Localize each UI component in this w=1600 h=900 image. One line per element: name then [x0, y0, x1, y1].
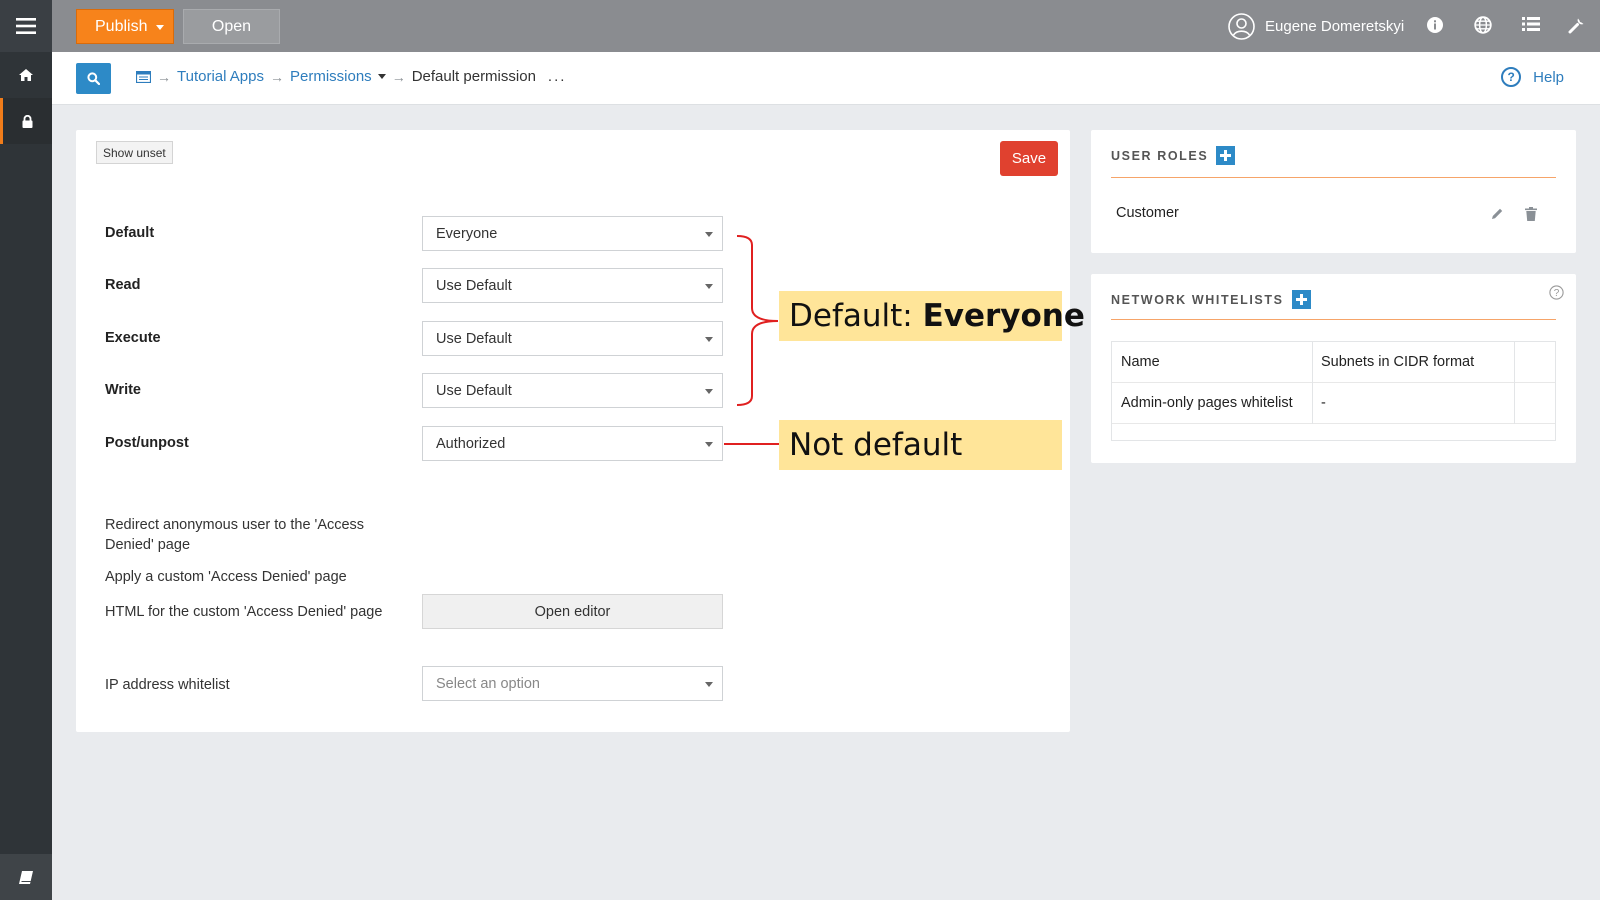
globe-icon — [1474, 16, 1492, 34]
field-label-execute: Execute — [105, 330, 161, 346]
whitelist-subnets-cell: - — [1321, 395, 1326, 411]
write-select[interactable]: Use Default — [422, 373, 723, 408]
show-unset-button[interactable]: Show unset — [96, 141, 173, 164]
wrench-icon — [1568, 18, 1584, 34]
divider — [1111, 319, 1556, 320]
user-avatar-icon — [1228, 12, 1255, 40]
default-select[interactable]: Everyone — [422, 216, 723, 251]
rail-permissions-button[interactable] — [0, 98, 52, 144]
field-label-write: Write — [105, 382, 141, 398]
whitelist-name-cell: Admin-only pages whitelist — [1121, 395, 1293, 411]
user-roles-header: USER ROLES — [1111, 146, 1236, 165]
svg-text:?: ? — [1554, 288, 1560, 299]
read-select[interactable]: Use Default — [422, 268, 723, 303]
arrow-right-icon: → — [391, 68, 406, 85]
annotation-not-default: Not default — [779, 420, 1062, 470]
arrow-right-icon: → — [270, 68, 284, 85]
post-unpost-select[interactable]: Authorized — [422, 426, 723, 461]
execute-select-value: Use Default — [436, 330, 512, 347]
open-editor-button[interactable]: Open editor — [422, 594, 723, 629]
column-header-name[interactable]: Name — [1121, 354, 1160, 370]
ip-whitelist-label: IP address whitelist — [105, 677, 230, 693]
redirect-anonymous-label: Redirect anonymous user to the 'Access D… — [105, 517, 365, 553]
network-whitelists-title: NETWORK WHITELISTS — [1111, 292, 1284, 307]
chevron-down-icon[interactable] — [377, 74, 386, 79]
network-whitelists-header: NETWORK WHITELISTS — [1111, 290, 1311, 309]
chevron-down-icon — [705, 682, 713, 687]
ip-whitelist-select[interactable]: Select an option — [422, 666, 723, 701]
chevron-down-icon[interactable] — [156, 25, 164, 30]
left-rail — [0, 0, 52, 900]
book-icon — [19, 870, 33, 884]
user-roles-title: USER ROLES — [1111, 148, 1209, 163]
column-divider — [1312, 342, 1313, 424]
help-label: Help — [1533, 68, 1564, 86]
chevron-down-icon — [705, 232, 713, 237]
home-icon — [19, 69, 33, 81]
chevron-down-icon — [705, 442, 713, 447]
network-whitelists-card: NETWORK WHITELISTS ? Name Subnets in CID… — [1091, 274, 1576, 463]
read-select-value: Use Default — [436, 277, 512, 294]
pencil-icon[interactable] — [1490, 207, 1504, 221]
rail-docs-button[interactable] — [0, 854, 52, 900]
annotation-default-value: Everyone — [922, 298, 1085, 334]
execute-select[interactable]: Use Default — [422, 321, 723, 356]
save-button[interactable]: Save — [1000, 141, 1058, 176]
add-user-role-icon[interactable] — [1216, 146, 1236, 165]
ip-whitelist-placeholder: Select an option — [436, 675, 540, 692]
search-button[interactable] — [76, 63, 111, 94]
publish-label: Publish — [95, 17, 148, 35]
language-button[interactable] — [1474, 16, 1494, 36]
help-link[interactable]: ? Help — [1501, 67, 1564, 87]
table-header-row: Name Subnets in CIDR format — [1112, 342, 1555, 383]
breadcrumb-bar: → Tutorial Apps → Permissions → Default … — [52, 52, 1600, 105]
arrow-right-icon: → — [157, 68, 171, 85]
custom-html-label: HTML for the custom 'Access Denied' page — [105, 604, 383, 620]
field-label-read: Read — [105, 277, 141, 293]
breadcrumb-item-current: Default permission — [411, 68, 536, 85]
top-bar: Publish Open Eugene Domeretskyi — [52, 0, 1600, 52]
list-icon — [1522, 17, 1540, 31]
hamburger-icon — [16, 18, 36, 34]
user-name: Eugene Domeretskyi — [1265, 17, 1405, 35]
question-circle-icon[interactable]: ? — [1549, 285, 1564, 300]
list-button[interactable] — [1522, 16, 1542, 36]
trash-icon[interactable] — [1525, 207, 1537, 221]
add-network-whitelist-icon[interactable] — [1291, 290, 1311, 309]
column-divider — [1514, 342, 1515, 424]
custom-page-label: Apply a custom 'Access Denied' page — [105, 569, 347, 585]
chevron-down-icon — [705, 337, 713, 342]
default-select-value: Everyone — [436, 225, 498, 242]
annotation-default-everyone: Default: Everyone — [779, 291, 1085, 341]
breadcrumb: → Tutorial Apps → Permissions → Default … — [136, 68, 566, 85]
field-label-default: Default — [105, 225, 155, 241]
hamburger-menu-button[interactable] — [0, 0, 52, 52]
breadcrumb-more-button[interactable]: ... — [548, 68, 567, 85]
write-select-value: Use Default — [436, 382, 512, 399]
breadcrumb-item-tutorial-apps[interactable]: Tutorial Apps — [177, 68, 264, 85]
lock-icon — [22, 114, 33, 128]
settings-button[interactable] — [1568, 16, 1588, 36]
role-item-customer[interactable]: Customer — [1116, 205, 1179, 221]
whitelist-table: Name Subnets in CIDR format Admin-only p… — [1111, 341, 1556, 441]
post-unpost-select-value: Authorized — [436, 435, 506, 452]
info-button[interactable] — [1426, 16, 1446, 36]
column-header-subnets[interactable]: Subnets in CIDR format — [1321, 354, 1474, 370]
chevron-down-icon — [705, 284, 713, 289]
search-icon — [87, 72, 100, 85]
divider — [1111, 177, 1556, 178]
info-icon — [1427, 17, 1443, 33]
annotation-default-prefix: Default: — [789, 298, 913, 334]
user-menu[interactable]: Eugene Domeretskyi — [1228, 12, 1404, 40]
publish-button[interactable]: Publish — [76, 9, 174, 44]
user-roles-card: USER ROLES Customer — [1091, 130, 1576, 253]
rail-home-button[interactable] — [0, 52, 52, 98]
field-label-post-unpost: Post/unpost — [105, 435, 189, 451]
app-window-icon[interactable] — [136, 70, 151, 83]
chevron-down-icon — [705, 389, 713, 394]
help-icon: ? — [1501, 67, 1522, 87]
table-row[interactable]: Admin-only pages whitelist - — [1112, 383, 1555, 424]
open-button[interactable]: Open — [183, 9, 280, 44]
breadcrumb-item-permissions[interactable]: Permissions — [290, 68, 372, 85]
